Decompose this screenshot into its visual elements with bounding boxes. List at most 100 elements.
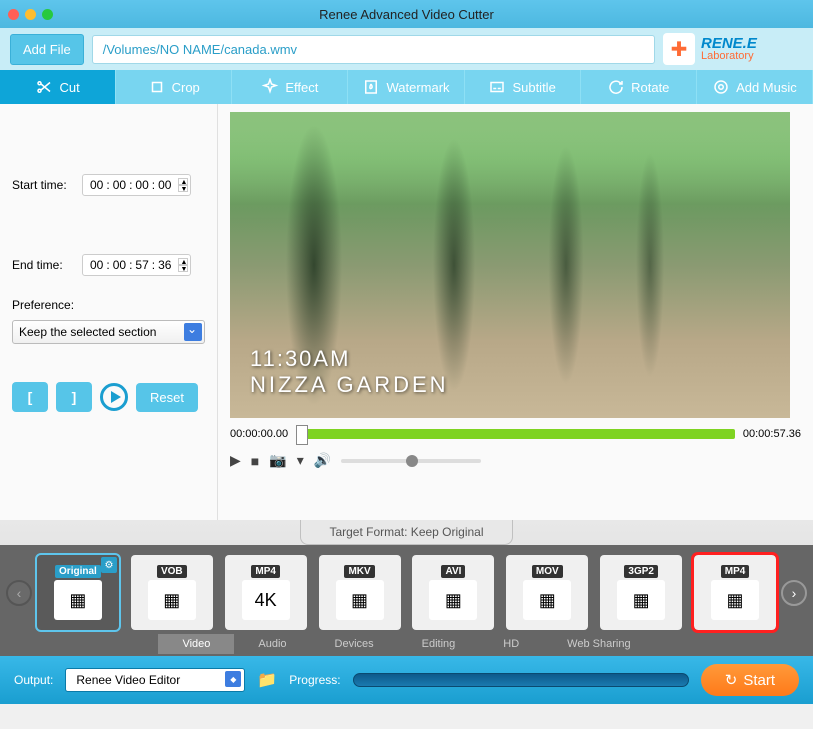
output-label: Output: <box>14 673 53 687</box>
timeline-start: 00:00:00.00 <box>230 428 288 440</box>
category-video[interactable]: Video <box>158 634 234 654</box>
progress-label: Progress: <box>289 673 340 687</box>
category-devices[interactable]: Devices <box>311 634 398 654</box>
start-button[interactable]: ↻ Start <box>701 664 799 696</box>
tab-rotate[interactable]: Rotate <box>581 70 697 104</box>
reset-button[interactable]: Reset <box>136 383 198 412</box>
footer: Output: Renee Video Editor 📁 Progress: ↻… <box>0 656 813 704</box>
main-tabs: Cut Crop Effect Watermark Subtitle Rotat… <box>0 70 813 104</box>
droplet-icon <box>362 78 380 96</box>
tab-label: Cut <box>59 80 79 95</box>
subtitle-icon <box>488 78 506 96</box>
preference-select[interactable]: Keep the selected section <box>12 320 205 344</box>
close-icon[interactable] <box>8 9 19 20</box>
format-thumb-icon: ▦ <box>523 580 571 620</box>
start-time-input[interactable]: 00:00 : 00 : 00 ▲▼ <box>82 174 191 196</box>
music-icon <box>712 78 730 96</box>
work-area: Start time: 00:00 : 00 : 00 ▲▼ End time:… <box>0 104 813 520</box>
file-path-field[interactable]: /Volumes/NO NAME/canada.wmv <box>92 35 655 64</box>
stepper-icon[interactable]: ▲▼ <box>178 258 188 272</box>
tab-effect[interactable]: Effect <box>232 70 348 104</box>
prev-formats-button[interactable]: ‹ <box>6 580 32 606</box>
format-badge: MP4 <box>251 565 280 578</box>
format-badge: Original <box>55 565 101 578</box>
end-time-row: End time: 00:00 : 57 : 36 ▲▼ <box>12 254 205 276</box>
preview-panel: 11:30AM NIZZA GARDEN 00:00:00.00 00:00:5… <box>218 104 813 520</box>
format-mkv[interactable]: MKV ▦ <box>319 555 401 630</box>
scissors-icon <box>35 78 53 96</box>
folder-icon[interactable]: 📁 <box>257 670 277 690</box>
output-select[interactable]: Renee Video Editor <box>65 668 245 692</box>
playback-controls: ▶ ■ 📷 ▾ 🔊 <box>230 452 801 469</box>
format-badge: VOB <box>157 565 187 578</box>
tab-label: Subtitle <box>512 80 555 95</box>
format-badge: MOV <box>532 565 563 578</box>
end-time-input[interactable]: 00:00 : 57 : 36 ▲▼ <box>82 254 191 276</box>
format-vob[interactable]: VOB ▦ <box>131 555 213 630</box>
gear-icon[interactable]: ⚙ <box>101 557 117 573</box>
progress-bar <box>353 673 689 687</box>
refresh-icon: ↻ <box>725 671 738 689</box>
stepper-icon[interactable]: ▲▼ <box>178 178 188 192</box>
format-mp4[interactable]: MP4▦ <box>694 555 776 630</box>
format-thumb-icon: ▦ <box>336 580 384 620</box>
format-thumb-icon: ▦ <box>148 580 196 620</box>
titlebar: Renee Advanced Video Cutter <box>0 0 813 28</box>
format-3gp2[interactable]: 3GP2▦ <box>600 555 682 630</box>
category-editing[interactable]: Editing <box>398 634 480 654</box>
snapshot-icon[interactable]: 📷 <box>269 452 286 469</box>
cut-sidebar: Start time: 00:00 : 00 : 00 ▲▼ End time:… <box>0 104 218 520</box>
category-tabs: VideoAudioDevicesEditingHDWeb Sharing <box>0 634 813 656</box>
tab-label: Watermark <box>386 80 449 95</box>
tab-add-music[interactable]: Add Music <box>697 70 813 104</box>
timeline-track[interactable] <box>296 429 735 439</box>
timeline: 00:00:00.00 00:00:57.36 <box>230 428 801 440</box>
format-mp4[interactable]: MP44K <box>225 555 307 630</box>
mark-in-button[interactable]: [ <box>12 382 48 412</box>
tab-crop[interactable]: Crop <box>116 70 232 104</box>
target-format-label[interactable]: Target Format: Keep Original <box>300 520 512 545</box>
window-title: Renee Advanced Video Cutter <box>319 7 494 22</box>
end-time-label: End time: <box>12 258 76 272</box>
format-strip: ‹ Original▦⚙VOB▦MP44KMKV▦AVI▦MOV▦3GP2▦MP… <box>0 545 813 634</box>
tab-watermark[interactable]: Watermark <box>348 70 464 104</box>
volume-icon[interactable]: 🔊 <box>314 452 331 469</box>
tab-label: Crop <box>172 80 200 95</box>
format-badge: 3GP2 <box>624 565 658 578</box>
video-overlay-text: 11:30AM NIZZA GARDEN <box>250 346 449 398</box>
brand-name: RENE.E <box>701 36 757 51</box>
tab-cut[interactable]: Cut <box>0 70 116 104</box>
tab-subtitle[interactable]: Subtitle <box>465 70 581 104</box>
category-hd[interactable]: HD <box>479 634 543 654</box>
mark-out-button[interactable]: ] <box>56 382 92 412</box>
minimize-icon[interactable] <box>25 9 36 20</box>
logo-icon: ✚ <box>663 33 695 65</box>
toolbar: Add File /Volumes/NO NAME/canada.wmv ✚ R… <box>0 28 813 70</box>
tab-label: Effect <box>285 80 318 95</box>
maximize-icon[interactable] <box>42 9 53 20</box>
window-controls <box>8 9 53 20</box>
video-preview[interactable]: 11:30AM NIZZA GARDEN <box>230 112 790 418</box>
volume-slider[interactable] <box>341 459 481 463</box>
stop-icon[interactable]: ■ <box>251 453 259 469</box>
category-audio[interactable]: Audio <box>234 634 310 654</box>
brand-sub: Laboratory <box>701 51 757 62</box>
brand-logo: ✚ RENE.E Laboratory <box>663 33 803 65</box>
snapshot-menu-icon[interactable]: ▾ <box>297 452 304 469</box>
play-icon[interactable]: ▶ <box>230 452 241 469</box>
play-button[interactable] <box>100 383 128 411</box>
tab-label: Add Music <box>736 80 797 95</box>
format-mov[interactable]: MOV ▦ <box>506 555 588 630</box>
cut-buttons: [ ] Reset <box>12 382 205 412</box>
format-avi[interactable]: AVI▦ <box>412 555 494 630</box>
start-time-row: Start time: 00:00 : 00 : 00 ▲▼ <box>12 174 205 196</box>
add-file-button[interactable]: Add File <box>10 34 84 65</box>
format-thumb-icon: 4K <box>242 580 290 620</box>
format-original[interactable]: Original ▦ ⚙ <box>37 555 119 630</box>
format-badge: MKV <box>344 565 374 578</box>
category-web-sharing[interactable]: Web Sharing <box>543 634 654 654</box>
next-formats-button[interactable]: › <box>781 580 807 606</box>
format-bar: Target Format: Keep Original ‹ Original ▦… <box>0 520 813 656</box>
format-thumb-icon: ▦ <box>54 580 102 620</box>
tab-label: Rotate <box>631 80 669 95</box>
